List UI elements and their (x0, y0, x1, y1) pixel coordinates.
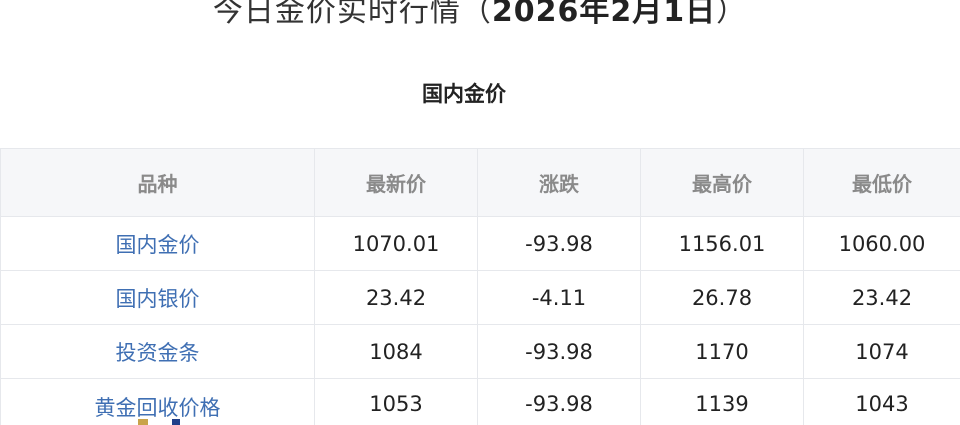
row-high-price: 1139 (640, 378, 804, 425)
row-low-price: 23.42 (803, 270, 960, 325)
headline-suffix: ） (716, 0, 748, 29)
row-change: -4.11 (477, 270, 641, 325)
row-latest-price: 23.42 (314, 270, 478, 325)
row-low-price: 1074 (803, 324, 960, 379)
row-high-price: 26.78 (640, 270, 804, 325)
row-change: -93.98 (477, 324, 641, 379)
row-name-link[interactable]: 国内银价 (0, 270, 315, 325)
row-low-price: 1043 (803, 378, 960, 425)
decorative-strip-blue (172, 419, 180, 425)
row-latest-price: 1053 (314, 378, 478, 425)
headline-date: 2026年2月1日 (491, 0, 717, 29)
price-table: 品种 最新价 涨跌 最高价 最低价 国内金价 1070.01 -93.98 11… (0, 148, 960, 425)
table-row: 国内金价 1070.01 -93.98 1156.01 1060.00 (0, 216, 960, 271)
headline-prefix: 今日金价实时行情（ (212, 0, 492, 29)
header-change: 涨跌 (477, 148, 641, 217)
page-headline: 今日金价实时行情（2026年2月1日） (0, 0, 960, 30)
table-row: 国内银价 23.42 -4.11 26.78 23.42 (0, 270, 960, 325)
row-high-price: 1156.01 (640, 216, 804, 271)
table-row: 投资金条 1084 -93.98 1170 1074 (0, 324, 960, 379)
row-high-price: 1170 (640, 324, 804, 379)
row-name-link[interactable]: 投资金条 (0, 324, 315, 379)
header-low-price: 最低价 (803, 148, 960, 217)
table-header-row: 品种 最新价 涨跌 最高价 最低价 (0, 148, 960, 217)
page: 今日金价实时行情（2026年2月1日） 国内金价 品种 最新价 涨跌 最高价 最… (0, 0, 960, 425)
row-latest-price: 1070.01 (314, 216, 478, 271)
row-change: -93.98 (477, 378, 641, 425)
row-low-price: 1060.00 (803, 216, 960, 271)
header-latest-price: 最新价 (314, 148, 478, 217)
row-latest-price: 1084 (314, 324, 478, 379)
section-title: 国内金价 (422, 82, 506, 106)
row-name-link[interactable]: 国内金价 (0, 216, 315, 271)
decorative-strip-gold (138, 419, 148, 425)
row-change: -93.98 (477, 216, 641, 271)
header-variety: 品种 (0, 148, 315, 217)
row-name-link[interactable]: 黄金回收价格 (0, 378, 315, 425)
header-high-price: 最高价 (640, 148, 804, 217)
